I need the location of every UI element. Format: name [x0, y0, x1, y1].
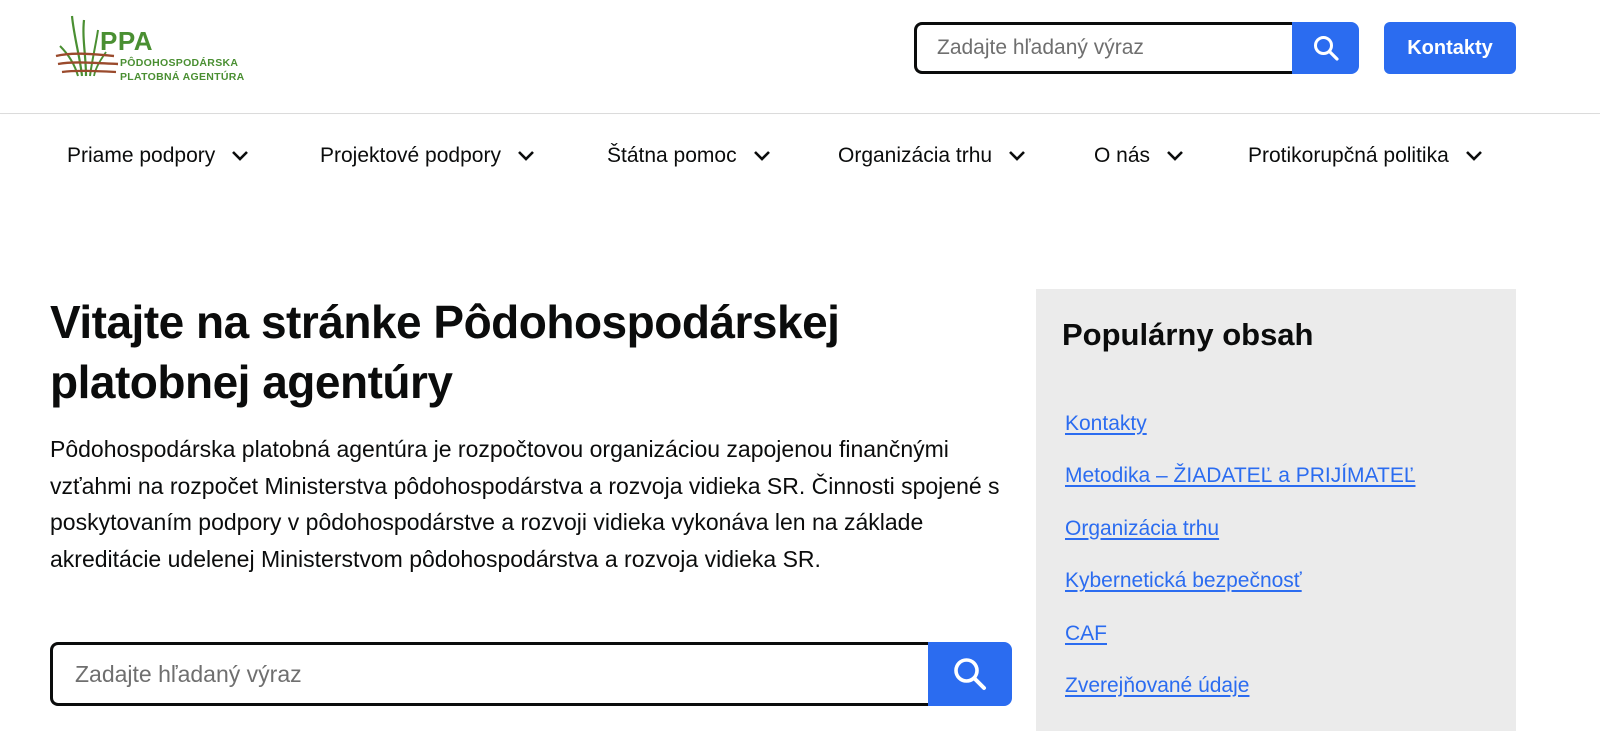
page-title: Vitajte na stránke Pôdohospodárskej plat… — [50, 296, 840, 408]
nav-item-protikorupcna-politika[interactable]: Protikorupčná politika — [1248, 115, 1483, 197]
main-search — [50, 642, 1012, 706]
contacts-button[interactable]: Kontakty — [1384, 22, 1516, 74]
popular-link-caf[interactable]: CAF — [1065, 622, 1107, 645]
search-icon — [954, 658, 986, 690]
chevron-down-icon — [518, 151, 534, 161]
logo-abbreviation: PPA — [100, 26, 154, 56]
main-search-input[interactable] — [50, 642, 928, 706]
nav-item-o-nas[interactable]: O nás — [1094, 115, 1184, 197]
logo-text-line1: PÔDOHOSPODÁRSKA — [120, 57, 239, 69]
popular-content-title: Populárny obsah — [1062, 317, 1314, 352]
nav-item-label: Organizácia trhu — [838, 144, 993, 167]
popular-content-panel: Populárny obsah Kontakty Metodika – ŽIAD… — [1036, 289, 1516, 731]
list-item: Organizácia trhu — [1065, 517, 1416, 569]
list-item: Metodika – ŽIADATEĽ a PRIJÍMATEĽ — [1065, 464, 1416, 516]
popular-link-kyberneticka-bezpecnost[interactable]: Kybernetická bezpečnosť — [1065, 569, 1302, 592]
header-search-button[interactable] — [1292, 22, 1359, 74]
nav-item-statna-pomoc[interactable]: Štátna pomoc — [607, 115, 771, 197]
nav-item-label: O nás — [1094, 144, 1151, 167]
chevron-down-icon — [1465, 151, 1482, 161]
nav-item-organizacia-trhu[interactable]: Organizácia trhu — [838, 115, 1026, 197]
header-search-input[interactable] — [914, 22, 1292, 74]
popular-link-zverejnovane-udaje[interactable]: Zverejňované údaje — [1065, 674, 1249, 697]
popular-link-organizacia-trhu[interactable]: Organizácia trhu — [1065, 517, 1219, 540]
list-item: Kybernetická bezpečnosť — [1065, 569, 1416, 621]
list-item: CAF — [1065, 622, 1416, 674]
header-search — [914, 22, 1359, 74]
chevron-down-icon — [753, 151, 770, 161]
chevron-down-icon — [1009, 151, 1025, 161]
popular-content-list: Kontakty Metodika – ŽIADATEĽ a PRIJÍMATE… — [1065, 412, 1416, 726]
nav-item-label: Štátna pomoc — [607, 144, 737, 167]
nav-item-priame-podpory[interactable]: Priame podpory — [67, 115, 249, 197]
popular-link-metodika[interactable]: Metodika – ŽIADATEĽ a PRIJÍMATEĽ — [1065, 464, 1416, 487]
list-item: Kontakty — [1065, 412, 1416, 464]
search-icon — [1313, 36, 1339, 61]
list-item: Zverejňované údaje — [1065, 674, 1416, 726]
chevron-down-icon — [232, 151, 249, 161]
nav-item-label: Projektové podpory — [320, 144, 501, 167]
main-content: Vitajte na stránke Pôdohospodárskej plat… — [0, 197, 1600, 731]
site-logo[interactable]: PPA PÔDOHOSPODÁRSKA PLATOBNÁ AGENTÚRA — [52, 12, 245, 84]
chevron-down-icon — [1167, 151, 1183, 161]
nav-item-label: Priame podpory — [67, 144, 216, 167]
popular-link-kontakty[interactable]: Kontakty — [1065, 412, 1147, 435]
intro-paragraph: Pôdohospodárska platobná agentúra je roz… — [50, 436, 1000, 572]
nav-item-projektove-podpory[interactable]: Projektové podpory — [320, 115, 535, 197]
main-navigation: Priame podpory Projektové podpory Štátna… — [0, 115, 1600, 197]
site-header: PPA PÔDOHOSPODÁRSKA PLATOBNÁ AGENTÚRA Ko… — [0, 0, 1600, 114]
nav-item-label: Protikorupčná politika — [1248, 144, 1449, 167]
main-search-button[interactable] — [928, 642, 1012, 706]
logo-text-line2: PLATOBNÁ AGENTÚRA — [120, 71, 245, 83]
